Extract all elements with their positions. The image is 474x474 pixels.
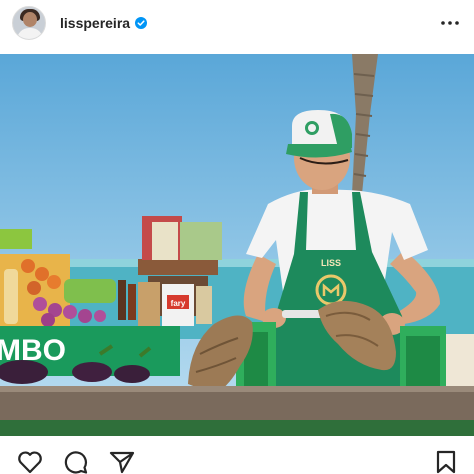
post-photo-scene: fary MBO LISS — [0, 54, 474, 436]
package-label: fary — [171, 299, 186, 308]
apron-text: LISS — [321, 258, 341, 268]
comment-button[interactable] — [62, 450, 90, 474]
more-options-button[interactable] — [438, 11, 462, 35]
bookmark-icon — [436, 450, 456, 474]
avatar[interactable] — [12, 6, 46, 40]
like-button[interactable] — [16, 450, 44, 474]
post-actions — [0, 446, 474, 474]
save-button[interactable] — [432, 450, 460, 474]
post-image[interactable]: fary MBO LISS — [0, 54, 474, 436]
verified-badge-icon — [135, 17, 148, 29]
comment-icon — [64, 451, 88, 474]
username-link[interactable]: lisspereira — [60, 15, 130, 31]
heart-icon — [18, 451, 42, 474]
more-options-icon — [441, 21, 459, 25]
send-icon — [109, 451, 135, 474]
post-header: lisspereira — [0, 0, 474, 46]
share-button[interactable] — [108, 450, 136, 474]
